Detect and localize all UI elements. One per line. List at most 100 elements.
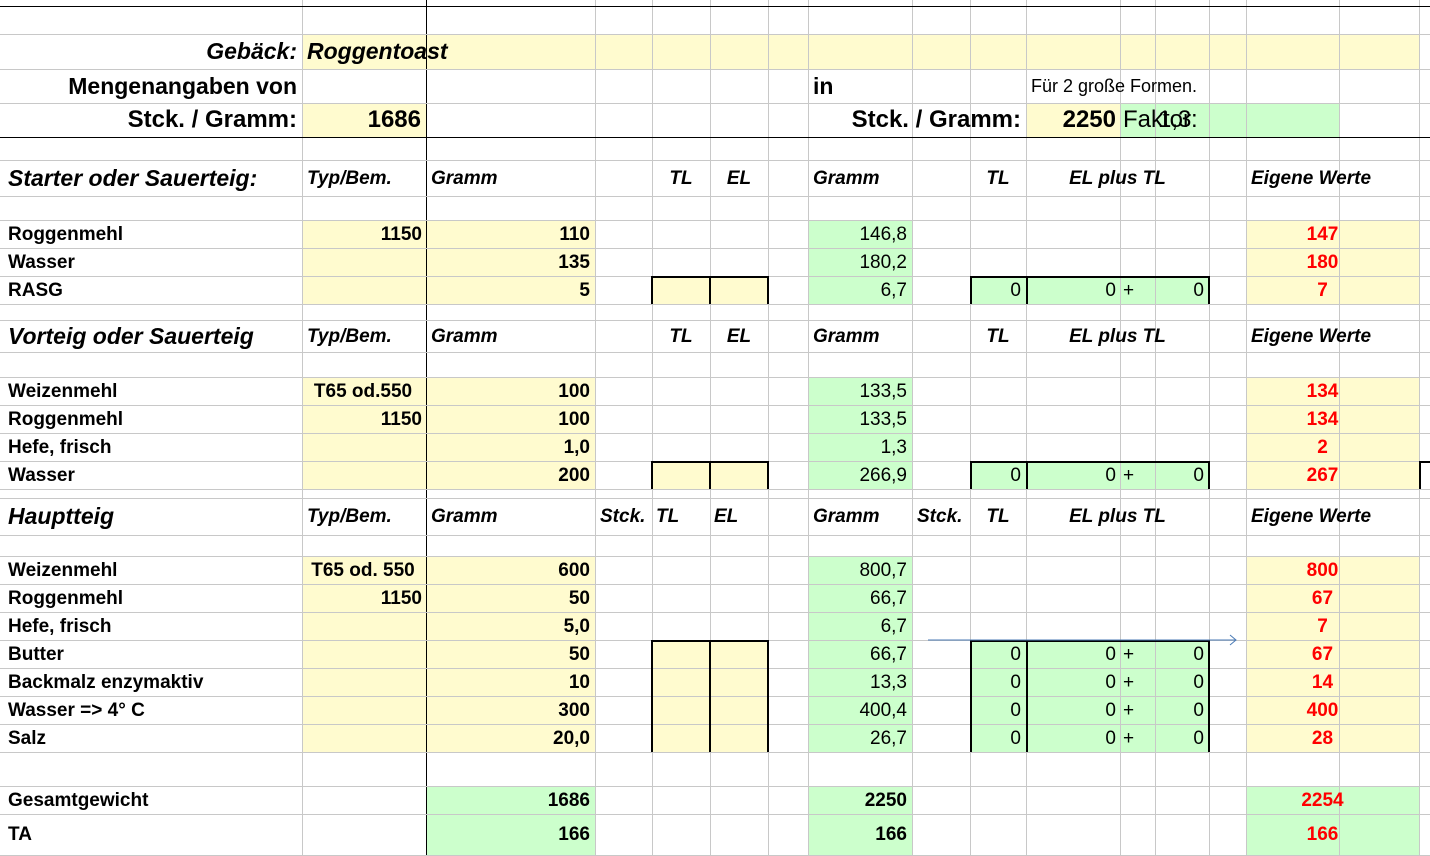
ingredient-name: RASG	[8, 279, 63, 301]
ingredient-gramm[interactable]: 50	[431, 640, 590, 668]
calc-gramm: 1,3	[880, 436, 907, 458]
eigene-wert[interactable]: 14	[1246, 668, 1399, 696]
ta-gramm-calc: 166	[875, 824, 907, 845]
grid-column-line	[426, 0, 427, 855]
eigene-wert[interactable]: 7	[1246, 612, 1399, 640]
col-header-gramm: Gramm	[813, 506, 880, 527]
ta-label: TA	[8, 824, 32, 845]
ingredient-gramm[interactable]: 100	[431, 405, 590, 433]
grid-column-line	[302, 0, 303, 855]
gesamt-eigene: 2254	[1301, 789, 1344, 811]
gebaeck-label: Gebäck:	[206, 38, 297, 64]
ingredient-gramm[interactable]: 100	[431, 377, 590, 405]
gebaeck-value[interactable]: Roggentoast	[307, 34, 1414, 69]
ingredient-name: Roggenmehl	[8, 587, 124, 609]
cell-border	[651, 461, 769, 463]
ingredient-name: Hefe, frisch	[8, 615, 112, 637]
eigene-wert[interactable]: 28	[1246, 724, 1399, 752]
calc-gramm: 146,8	[859, 223, 907, 245]
ingredient-typ[interactable]: T65 od.550	[304, 377, 422, 405]
ta-gramm: 166	[558, 824, 590, 845]
stck-value-left[interactable]: 1686	[307, 103, 421, 137]
cell-border	[651, 276, 769, 278]
ingredient-gramm[interactable]: 1,0	[431, 433, 590, 461]
col-header-tl: TL	[669, 167, 693, 189]
calc-gramm: 800,7	[859, 559, 907, 581]
col-header-el: EL	[714, 506, 739, 527]
ingredient-gramm[interactable]: 110	[431, 220, 590, 248]
grid-row-line	[0, 489, 1430, 490]
grid-row-line	[0, 6, 1430, 7]
ingredient-name: Salz	[8, 727, 47, 749]
eigene-wert[interactable]: 267	[1246, 461, 1399, 489]
ingredient-gramm[interactable]: 5,0	[431, 612, 590, 640]
ingredient-name: Hefe, frisch	[8, 436, 112, 458]
cell-border	[970, 276, 972, 304]
ingredient-gramm[interactable]: 200	[431, 461, 590, 489]
ingredient-gramm[interactable]: 10	[431, 668, 590, 696]
ingredient-gramm[interactable]: 600	[431, 556, 590, 584]
ingredient-name: Backmalz enzymaktiv	[8, 671, 204, 693]
col-header-gramm: Gramm	[813, 325, 880, 347]
col-header-typ: Typ/Bem.	[307, 167, 392, 189]
calc-tl-sum: 0	[1193, 464, 1204, 486]
calc-gramm: 13,3	[870, 671, 907, 693]
cell-border	[970, 461, 972, 489]
calc-gramm: 66,7	[870, 643, 907, 665]
calc-gramm: 180,2	[859, 251, 907, 273]
cell-border	[651, 461, 653, 489]
plus-sign: +	[1123, 671, 1135, 693]
calc-tl-sum: 0	[1193, 699, 1204, 721]
col-header-tl: TL	[986, 167, 1010, 189]
ingredient-typ[interactable]: 1150	[304, 405, 422, 433]
calc-gramm: 6,7	[880, 279, 907, 301]
eigene-wert[interactable]: 7	[1246, 276, 1399, 304]
eigene-wert[interactable]: 67	[1246, 584, 1399, 612]
ingredient-typ[interactable]: T65 od. 550	[304, 556, 422, 584]
calc-gramm: 6,7	[880, 615, 907, 637]
calc-tl: 0	[1010, 727, 1021, 749]
eigene-wert[interactable]: 134	[1246, 377, 1399, 405]
cell-border	[709, 640, 711, 752]
eigene-wert[interactable]: 67	[1246, 640, 1399, 668]
ingredient-gramm[interactable]: 50	[431, 584, 590, 612]
grid-row-line	[0, 137, 1430, 138]
cell-border	[651, 640, 653, 752]
eigene-wert[interactable]: 400	[1246, 696, 1399, 724]
calc-el: 0	[1105, 727, 1116, 749]
cell-border	[1419, 461, 1430, 463]
stck-value-right[interactable]: 2250	[1031, 103, 1116, 137]
ingredient-typ[interactable]: 1150	[304, 584, 422, 612]
eigene-wert[interactable]: 180	[1246, 248, 1399, 276]
ingredient-gramm[interactable]: 135	[431, 248, 590, 276]
calc-tl: 0	[1010, 671, 1021, 693]
eigene-wert[interactable]: 2	[1246, 433, 1399, 461]
section-title: Vorteig oder Sauerteig	[8, 322, 254, 349]
ingredient-name: Weizenmehl	[8, 559, 118, 581]
cell-border	[1026, 640, 1028, 752]
col-header-eigene: Eigene Werte	[1251, 325, 1372, 347]
eigene-wert[interactable]: 147	[1246, 220, 1399, 248]
cell-border	[1026, 276, 1028, 304]
grid-row-line	[0, 535, 1430, 536]
grid-column-line	[808, 0, 809, 855]
calc-el: 0	[1105, 279, 1116, 301]
col-header-el-plus-tl: EL plus TL	[1069, 506, 1166, 527]
section-title: Starter oder Sauerteig:	[8, 164, 258, 191]
col-header-stck: Stck.	[917, 506, 963, 527]
gesamt-label: Gesamtgewicht	[8, 789, 149, 811]
grid-row-line	[0, 196, 1430, 197]
eigene-wert[interactable]: 800	[1246, 556, 1399, 584]
grid-column-line	[1120, 0, 1121, 855]
eigene-wert[interactable]: 134	[1246, 405, 1399, 433]
ingredient-gramm[interactable]: 300	[431, 696, 590, 724]
col-header-stck: Stck.	[600, 506, 646, 527]
grid-row-line	[0, 752, 1430, 753]
calc-gramm: 66,7	[870, 587, 907, 609]
ingredient-gramm[interactable]: 5	[431, 276, 590, 304]
stck-label-right: Stck. / Gramm:	[851, 106, 1021, 133]
col-header-typ: Typ/Bem.	[307, 506, 392, 527]
cell-border	[1208, 461, 1210, 489]
ingredient-gramm[interactable]: 20,0	[431, 724, 590, 752]
ingredient-typ[interactable]: 1150	[304, 220, 422, 248]
